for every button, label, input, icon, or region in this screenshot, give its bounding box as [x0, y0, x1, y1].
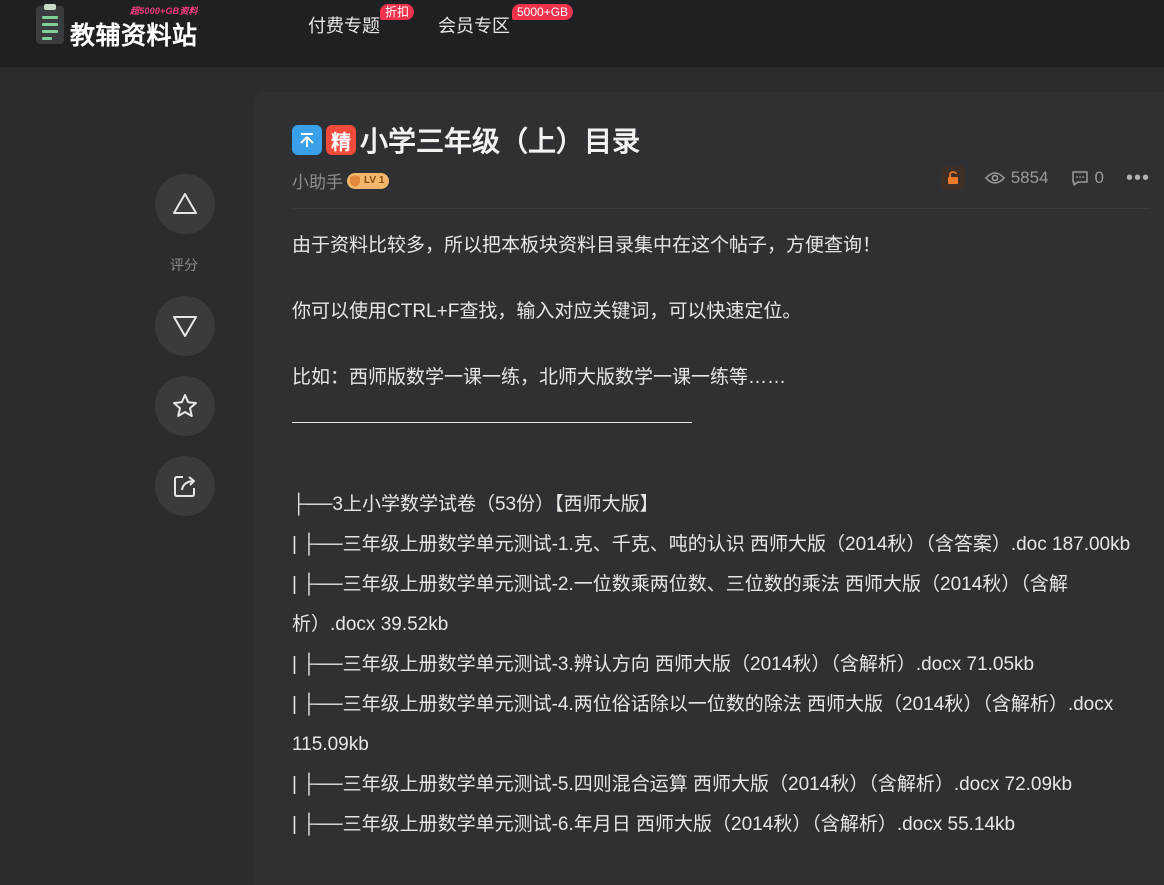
author-row: 小助手 LV 1 — [292, 168, 390, 193]
level-badge: LV 1 — [347, 172, 390, 189]
nav-paid-topics[interactable]: 付费专题 — [308, 12, 380, 38]
more-options-icon[interactable]: ••• — [1126, 167, 1150, 190]
author-name[interactable]: 小助手 — [292, 168, 343, 193]
shield-icon — [350, 174, 360, 187]
tree-item: | ├──三年级上册数学单元测试-1.克、千克、吨的认识 西师大版（2014秋）… — [292, 534, 1131, 555]
downvote-button[interactable] — [155, 296, 215, 356]
favorite-button[interactable] — [155, 376, 215, 436]
comments-stat[interactable]: 0 — [1071, 168, 1104, 188]
rating-label: 评分 — [170, 257, 198, 273]
pinned-tag — [292, 125, 322, 155]
logo-title: 教辅资料站 — [70, 21, 198, 50]
views-count: 5854 — [1010, 168, 1049, 187]
intro-paragraph-2: 你可以使用CTRL+F查找，输入对应关键词，可以快速定位。 — [292, 301, 802, 322]
post-title: 小学三年级（上）目录 — [360, 126, 641, 157]
views-stat: 5854 — [984, 168, 1049, 188]
featured-tag: 精 — [326, 125, 356, 155]
level-text: LV 1 — [364, 175, 385, 186]
unlock-button[interactable] — [940, 166, 965, 190]
triangle-up-icon — [173, 193, 197, 214]
pin-top-icon — [300, 133, 314, 147]
post-content: 由于资料比较多，所以把本板块资料目录集中在这个帖子，方便查询！ 你可以使用CTR… — [292, 232, 1132, 845]
tree-item: | ├──三年级上册数学单元测试-3.辨认方向 西师大版（2014秋）（含解析）… — [292, 654, 1035, 675]
post-stats: 5854 0 ••• — [940, 166, 1150, 190]
site-logo[interactable]: 超5000+GB资料 教辅资料站 — [36, 4, 226, 50]
tree-item: ├──3上小学数学试卷（53份）【西师大版】 — [292, 494, 659, 515]
upvote-button[interactable] — [155, 174, 215, 234]
intro-paragraph-3: 比如：西师版数学一课一练，北师大版数学一课一练等…… — [292, 367, 787, 388]
tree-item: | ├──三年级上册数学单元测试-5.四则混合运算 西师大版（2014秋）（含解… — [292, 774, 1073, 795]
tree-item: | ├──三年级上册数学单元测试-6.年月日 西师大版（2014秋）（含解析）.… — [292, 814, 1016, 835]
triangle-down-icon — [173, 316, 197, 337]
nav-member-zone[interactable]: 会员专区 — [438, 12, 510, 38]
post-title-row: 精 小学三年级（上）目录 — [292, 120, 640, 160]
eye-icon — [984, 172, 1005, 184]
post-card: 精 小学三年级（上）目录 小助手 LV 1 5854 0 ••• 由于资料比较多… — [254, 92, 1164, 885]
comment-icon — [1071, 171, 1088, 186]
share-icon — [174, 476, 195, 497]
star-icon — [173, 394, 197, 417]
unlock-icon — [947, 171, 958, 184]
top-navbar: 超5000+GB资料 教辅资料站 付费专题 折扣 会员专区 5000+GB — [0, 0, 1164, 67]
title-divider — [292, 208, 1150, 209]
clipboard-icon — [36, 4, 64, 44]
member-badge: 5000+GB — [512, 4, 574, 20]
tree-item: | ├──三年级上册数学单元测试-4.两位俗话除以一位数的除法 西师大版（201… — [292, 694, 1114, 755]
discount-badge: 折扣 — [380, 4, 415, 20]
content-separator — [292, 422, 692, 423]
tree-item: | ├──三年级上册数学单元测试-2.一位数乘两位数、三位数的乘法 西师大版（2… — [292, 574, 1068, 635]
share-button[interactable] — [155, 456, 215, 516]
comments-count: 0 — [1094, 168, 1104, 187]
intro-paragraph-1: 由于资料比较多，所以把本板块资料目录集中在这个帖子，方便查询！ — [292, 235, 882, 256]
